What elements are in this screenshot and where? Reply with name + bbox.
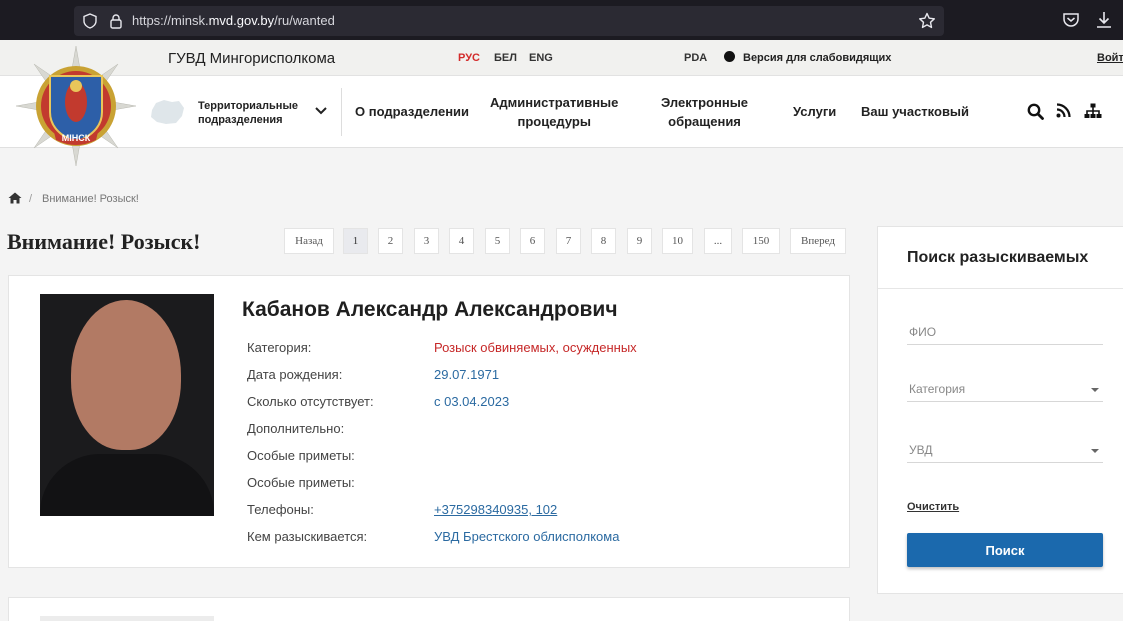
field-label: Дополнительно: [247,421,345,436]
lang-be-link[interactable]: БЕЛ [494,52,517,64]
field-label: Категория: [247,340,312,355]
browser-toolbar: https://minsk.mvd.gov.by/ru/wanted [0,0,1123,40]
field-label: Дата рождения: [247,367,343,382]
pagination-page[interactable]: 8 [591,228,616,254]
person-photo[interactable] [40,616,214,621]
field-value-category: Розыск обвиняемых, осужденных [434,340,637,355]
search-panel-title: Поиск разыскиваемых [907,249,1089,266]
pocket-icon[interactable] [1062,11,1080,29]
pagination-ellipsis: ... [704,228,732,254]
category-placeholder: Категория [909,382,966,396]
nav-admin-procedures[interactable]: Административные процедуры [490,93,618,131]
search-icon[interactable] [1027,103,1044,120]
pagination-prev[interactable]: Назад [284,228,334,254]
page-title: Внимание! Розыск! [7,229,201,254]
field-value-birthdate: 29.07.1971 [434,367,500,382]
login-link[interactable]: Войт [1097,52,1123,64]
clear-link[interactable]: Очистить [907,501,959,513]
sitemap-icon[interactable] [1084,103,1102,119]
field-label: Сколько отсутствует: [247,394,374,409]
breadcrumb-current: Внимание! Розыск! [42,193,139,205]
pda-link[interactable]: PDA [684,52,707,64]
main-navigation: Территориальные подразделения О подраздел… [0,76,1123,148]
pagination-page[interactable]: 10 [662,228,693,254]
field-value-missing-since: с 03.04.2023 [434,394,510,409]
top-header-strip: ГУВД Мингорисполкома РУС БЕЛ ENG PDA Вер… [0,40,1123,76]
uvd-placeholder: УВД [909,443,933,457]
breadcrumb-separator: / [29,193,33,205]
field-value-searching-agency: УВД Брестского облисполкома [434,529,620,544]
person-photo[interactable] [40,294,214,516]
low-vision-link[interactable]: Версия для слабовидящих [743,52,891,64]
shield-icon[interactable] [82,13,98,29]
field-label: Телефоны: [247,502,314,517]
org-name: ГУВД Мингорисполкома [168,50,336,67]
uvd-select[interactable]: УВД [907,441,1103,463]
bookmark-star-icon[interactable] [918,12,936,30]
pagination-page[interactable]: 1 [343,228,368,254]
fio-placeholder: ФИО [909,325,937,339]
phone-link[interactable]: +375298340935, 102 [434,502,557,517]
lang-en-link[interactable]: ENG [529,52,553,64]
person-name-link[interactable]: Кабанов Александр Александрович [242,298,618,322]
pagination-page[interactable]: 150 [742,228,780,254]
rss-icon[interactable] [1056,103,1071,118]
category-select[interactable]: Категория [907,380,1103,402]
logo-text: МІНСК [62,133,91,143]
url-text[interactable]: https://minsk.mvd.gov.by/ru/wanted [132,13,335,28]
lock-icon[interactable] [108,13,124,29]
field-label: Кем разыскивается: [247,529,368,544]
nav-divider [341,88,342,136]
pagination-page[interactable]: 6 [520,228,545,254]
nav-services[interactable]: Услуги [793,102,836,121]
pagination-next[interactable]: Вперед [790,228,846,254]
emblem-logo[interactable]: МІНСК [14,44,138,168]
address-bar[interactable]: https://minsk.mvd.gov.by/ru/wanted [74,6,944,36]
field-label: Особые приметы: [247,475,355,490]
search-panel: Поиск разыскиваемых ФИО Категория УВД Оч… [877,226,1123,594]
nav-e-appeals[interactable]: Электронные обращения [661,93,748,131]
low-vision-icon[interactable] [724,51,735,62]
nav-about[interactable]: О подразделении [355,102,469,121]
panel-divider [878,288,1123,289]
pagination-page[interactable]: 3 [414,228,439,254]
wanted-person-card [8,597,850,621]
field-label: Особые приметы: [247,448,355,463]
caret-down-icon [1091,449,1099,453]
download-icon[interactable] [1095,10,1113,30]
pagination-page[interactable]: 7 [556,228,581,254]
pagination-page[interactable]: 5 [485,228,510,254]
belarus-map-icon [151,100,184,124]
lang-ru-link[interactable]: РУС [458,52,480,64]
pagination-page[interactable]: 2 [378,228,403,254]
wanted-person-card: Кабанов Александр Александрович Категори… [8,275,850,568]
home-icon[interactable] [8,192,22,204]
chevron-down-icon[interactable] [314,106,328,116]
nav-local-officer[interactable]: Ваш участковый [861,102,969,121]
pagination-page[interactable]: 4 [449,228,474,254]
fio-input[interactable]: ФИО [907,323,1103,345]
pagination-page[interactable]: 9 [627,228,652,254]
territorial-units-dropdown[interactable]: Территориальные подразделения [198,99,298,127]
caret-down-icon [1091,388,1099,392]
search-button[interactable]: Поиск [907,533,1103,567]
